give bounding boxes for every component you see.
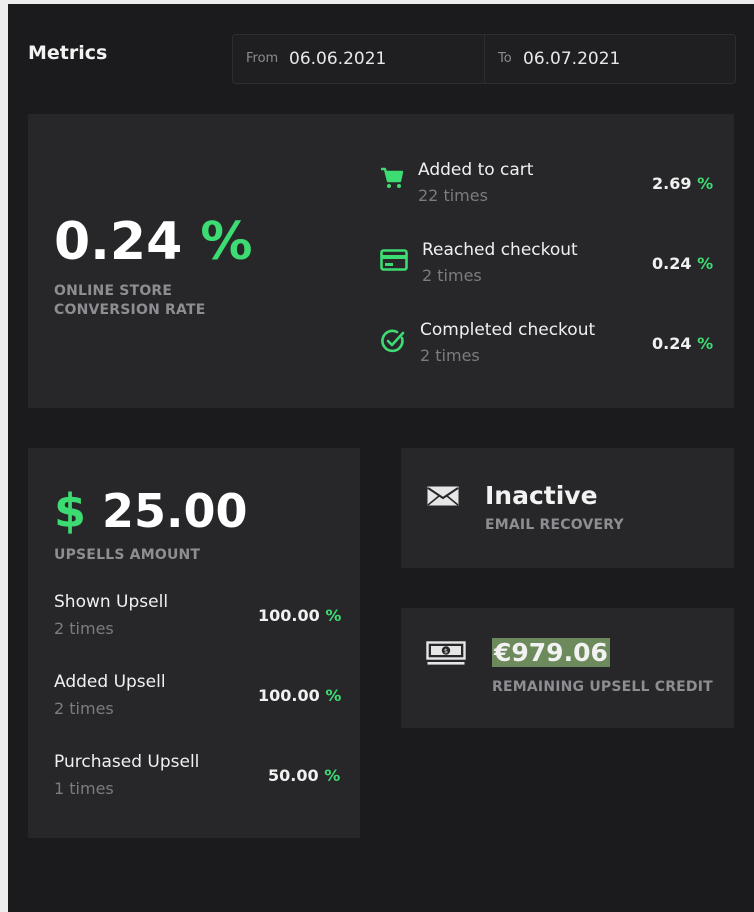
upsell-pct-purchased: 50.00 % xyxy=(268,766,341,785)
email-recovery-status: Inactive xyxy=(485,481,598,510)
to-label: To xyxy=(498,51,512,66)
upsell-pct-added: 100.00 % xyxy=(258,686,342,705)
step-sub-added-to-cart: 22 times xyxy=(418,186,488,205)
step-sub-completed-checkout: 2 times xyxy=(420,346,480,365)
upsell-title-shown: Shown Upsell xyxy=(54,592,169,612)
upsell-sub-purchased: 1 times xyxy=(54,779,114,798)
conversion-rate-value: 0.24 xyxy=(54,212,183,272)
banknote-icon: $ xyxy=(426,641,466,667)
step-title-added-to-cart: Added to cart xyxy=(418,160,534,180)
upsells-label: UPSELLS AMOUNT xyxy=(54,547,201,563)
cart-icon xyxy=(380,167,404,189)
conversion-label-line2: CONVERSION RATE xyxy=(54,302,206,318)
step-pct-completed-checkout: 0.24 % xyxy=(652,334,714,353)
conversion-rate-unit: % xyxy=(200,212,253,272)
envelope-icon xyxy=(426,485,460,507)
upsell-credit-card: $ €979.06 REMAINING UPSELL CREDIT xyxy=(401,608,734,728)
upsell-sub-shown: 2 times xyxy=(54,619,114,638)
email-recovery-label: EMAIL RECOVERY xyxy=(485,517,624,533)
svg-text:$: $ xyxy=(444,647,448,655)
page-title: Metrics xyxy=(28,42,108,64)
upsells-amount-value: 25.00 xyxy=(102,484,248,538)
metrics-screen: Metrics From 06.06.2021 To 06.07.2021 0.… xyxy=(8,4,754,912)
conversion-label-line1: ONLINE STORE xyxy=(54,283,173,299)
to-date-input[interactable]: 06.07.2021 xyxy=(523,49,620,69)
date-range-picker[interactable]: From 06.06.2021 To 06.07.2021 xyxy=(232,34,736,84)
conversion-rate: 0.24 % xyxy=(54,216,253,268)
conversion-card: 0.24 % ONLINE STORE CONVERSION RATE Adde… xyxy=(28,114,734,408)
upsell-sub-added: 2 times xyxy=(54,699,114,718)
credit-card-icon xyxy=(380,249,408,271)
step-sub-reached-checkout: 2 times xyxy=(422,266,482,285)
upsells-amount: $ 25.00 xyxy=(54,488,248,534)
conversion-label: ONLINE STORE CONVERSION RATE xyxy=(54,282,206,320)
upsell-credit-label: REMAINING UPSELL CREDIT xyxy=(492,679,713,695)
upsell-title-added: Added Upsell xyxy=(54,672,166,692)
upsell-pct-shown: 100.00 % xyxy=(258,606,342,625)
step-title-completed-checkout: Completed checkout xyxy=(420,320,596,340)
upsell-credit-value: €979.06 xyxy=(492,638,610,667)
email-recovery-card: Inactive EMAIL RECOVERY xyxy=(401,448,734,568)
upsells-card: $ 25.00 UPSELLS AMOUNT Shown Upsell 2 ti… xyxy=(28,448,360,838)
from-label: From xyxy=(246,51,279,66)
upsells-currency: $ xyxy=(54,484,87,538)
step-pct-reached-checkout: 0.24 % xyxy=(652,254,714,273)
upsell-title-purchased: Purchased Upsell xyxy=(54,752,200,772)
from-date-input[interactable]: 06.06.2021 xyxy=(289,49,386,69)
step-pct-added-to-cart: 2.69 % xyxy=(652,174,714,193)
step-title-reached-checkout: Reached checkout xyxy=(422,240,578,260)
check-circle-icon xyxy=(380,328,406,354)
date-divider xyxy=(484,35,485,83)
